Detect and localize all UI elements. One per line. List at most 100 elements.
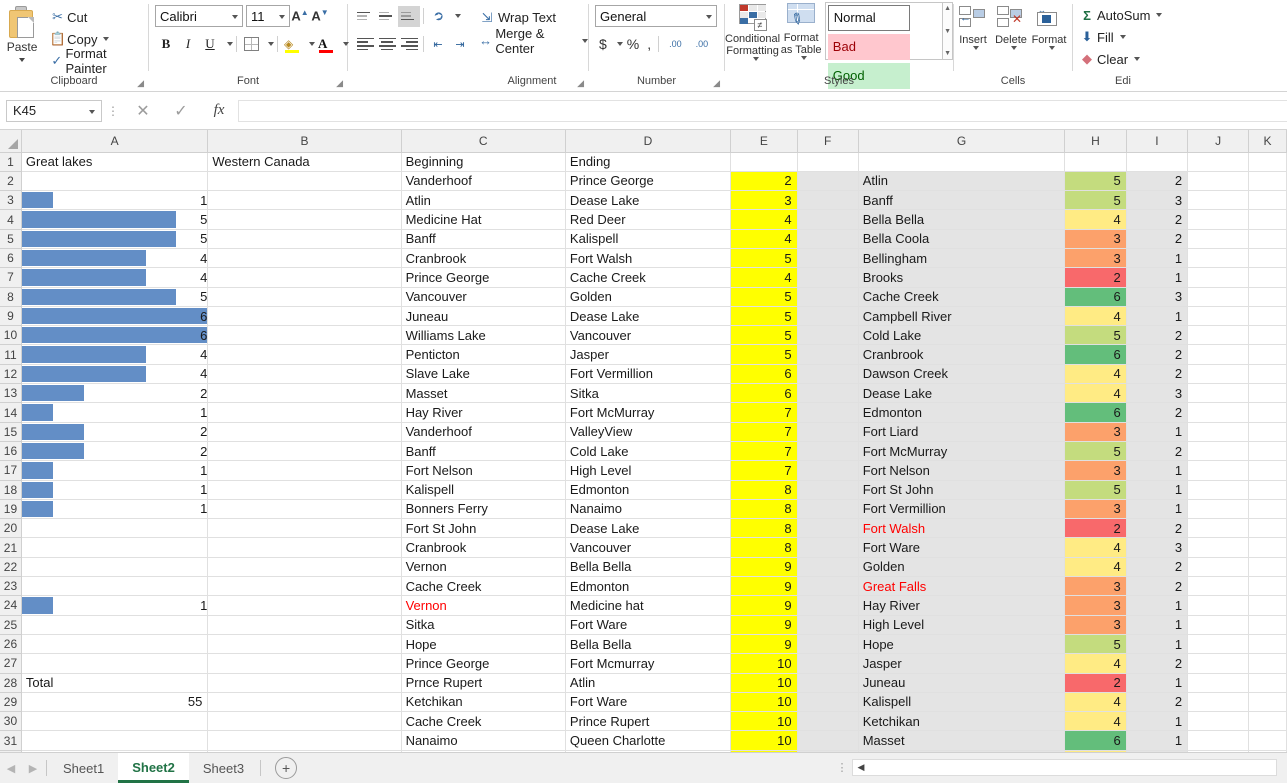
cell-K27[interactable] xyxy=(1248,653,1287,674)
cell-F11[interactable] xyxy=(797,344,859,365)
cell-J22[interactable] xyxy=(1187,557,1250,578)
name-box[interactable]: K45 xyxy=(6,99,102,122)
cell-J15[interactable] xyxy=(1187,422,1250,442)
cell-J9[interactable] xyxy=(1187,306,1250,327)
enter-formula-button[interactable]: ✓ xyxy=(162,101,200,121)
cell-J1[interactable] xyxy=(1187,152,1250,172)
cell-J30[interactable] xyxy=(1187,711,1250,732)
number-dialog-launcher-icon[interactable]: ◢ xyxy=(713,78,720,89)
cell-J4[interactable] xyxy=(1187,209,1250,230)
cell-D13[interactable]: Sitka xyxy=(565,383,732,404)
cell-F18[interactable] xyxy=(797,480,859,500)
decrease-font-size-button[interactable]: A▼ xyxy=(310,8,330,23)
cell-I30[interactable]: 1 xyxy=(1126,711,1189,732)
cell-A29[interactable]: 55 xyxy=(21,692,209,713)
cell-C19[interactable]: Bonners Ferry xyxy=(401,499,566,520)
cell-G27[interactable]: Jasper xyxy=(858,653,1066,674)
cell-I15[interactable]: 1 xyxy=(1126,422,1189,442)
cell-J21[interactable] xyxy=(1187,537,1250,558)
cell-K11[interactable] xyxy=(1248,344,1287,365)
cell-C12[interactable]: Slave Lake xyxy=(401,364,566,385)
cell-C5[interactable]: Banff xyxy=(401,229,566,249)
cell-J28[interactable] xyxy=(1187,673,1250,693)
cell-K6[interactable] xyxy=(1248,248,1287,269)
cell-D1[interactable]: Ending xyxy=(565,152,732,172)
cell-E17[interactable]: 7 xyxy=(730,460,798,481)
cell-I23[interactable]: 2 xyxy=(1126,576,1189,597)
cell-D31[interactable]: Queen Charlotte xyxy=(565,730,732,751)
cell-B9[interactable] xyxy=(207,306,402,327)
cell-C6[interactable]: Cranbrook xyxy=(401,248,566,269)
cell-F24[interactable] xyxy=(797,595,859,616)
cell-D25[interactable]: Fort Ware xyxy=(565,615,732,635)
cell-K31[interactable] xyxy=(1248,730,1287,751)
cell-E3[interactable]: 3 xyxy=(730,190,798,211)
cell-J10[interactable] xyxy=(1187,325,1250,346)
align-bottom-button[interactable] xyxy=(398,5,420,27)
cell-D12[interactable]: Fort Vermillion xyxy=(565,364,732,385)
cell-F20[interactable] xyxy=(797,518,859,539)
cell-H20[interactable]: 2 xyxy=(1064,518,1127,539)
cell-F13[interactable] xyxy=(797,383,859,404)
cell-F31[interactable] xyxy=(797,730,859,751)
cell-B17[interactable] xyxy=(207,460,402,481)
currency-button[interactable]: $ xyxy=(595,33,611,55)
cell-D10[interactable]: Vancouver xyxy=(565,325,732,346)
cell-C29[interactable]: Ketchikan xyxy=(401,692,566,713)
row-header-27[interactable]: 27 xyxy=(0,653,22,674)
row-header-25[interactable]: 25 xyxy=(0,615,22,635)
font-name-combo[interactable]: Calibri xyxy=(155,5,243,27)
row-header-22[interactable]: 22 xyxy=(0,557,22,578)
chevron-down-icon[interactable] xyxy=(801,56,808,60)
cell-F14[interactable] xyxy=(797,402,859,423)
row-header-26[interactable]: 26 xyxy=(0,634,22,655)
font-color-button[interactable]: A xyxy=(315,33,337,55)
cell-H7[interactable]: 2 xyxy=(1064,267,1127,288)
cell-D17[interactable]: High Level xyxy=(565,460,732,481)
cell-C23[interactable]: Cache Creek xyxy=(401,576,566,597)
cell-G15[interactable]: Fort Liard xyxy=(858,422,1066,442)
cell-B6[interactable] xyxy=(207,248,402,269)
row-header-20[interactable]: 20 xyxy=(0,518,22,539)
cell-J7[interactable] xyxy=(1187,267,1250,288)
cell-I8[interactable]: 3 xyxy=(1126,287,1189,307)
cell-G1[interactable] xyxy=(858,152,1066,172)
column-header-b[interactable]: B xyxy=(207,130,402,153)
cell-E19[interactable]: 8 xyxy=(730,499,798,520)
cell-B26[interactable] xyxy=(207,634,402,655)
cell-I10[interactable]: 2 xyxy=(1126,325,1189,346)
cell-E1[interactable] xyxy=(730,152,798,172)
cell-E21[interactable]: 8 xyxy=(730,537,798,558)
chevron-down-icon[interactable] xyxy=(1134,57,1141,61)
cell-H1[interactable] xyxy=(1064,152,1127,172)
cell-A9[interactable]: 6 xyxy=(21,306,209,327)
cell-F7[interactable] xyxy=(797,267,859,288)
chevron-down-icon[interactable] xyxy=(455,14,461,18)
cell-F17[interactable] xyxy=(797,460,859,481)
row-header-14[interactable]: 14 xyxy=(0,402,22,423)
sheet-tab-sheet1[interactable]: Sheet1 xyxy=(49,753,119,783)
cell-J31[interactable] xyxy=(1187,730,1250,751)
cell-G5[interactable]: Bella Coola xyxy=(858,229,1066,249)
orientation-button[interactable]: ➲ xyxy=(427,6,449,27)
row-header-23[interactable]: 23 xyxy=(0,576,22,597)
style-bad[interactable]: Bad xyxy=(827,33,910,60)
cell-H31[interactable]: 6 xyxy=(1064,730,1127,751)
cell-D2[interactable]: Prince George xyxy=(565,171,732,192)
merge-center-button[interactable]: ↔ Merge & Center xyxy=(476,26,588,56)
cell-J3[interactable] xyxy=(1187,190,1250,211)
cell-A18[interactable]: 1 xyxy=(21,480,209,500)
cell-E30[interactable]: 10 xyxy=(730,711,798,732)
cell-A27[interactable] xyxy=(21,653,209,674)
row-header-16[interactable]: 16 xyxy=(0,441,22,462)
cell-F4[interactable] xyxy=(797,209,859,230)
cell-K7[interactable] xyxy=(1248,267,1287,288)
cell-H4[interactable]: 4 xyxy=(1064,209,1127,230)
cell-H14[interactable]: 6 xyxy=(1064,402,1127,423)
cell-H6[interactable]: 3 xyxy=(1064,248,1127,269)
scrollbar-handle-icon[interactable]: ⋮ xyxy=(832,761,852,774)
cell-I11[interactable]: 2 xyxy=(1126,344,1189,365)
cell-I27[interactable]: 2 xyxy=(1126,653,1189,674)
cell-A11[interactable]: 4 xyxy=(21,344,209,365)
chevron-down-icon[interactable] xyxy=(268,42,274,46)
